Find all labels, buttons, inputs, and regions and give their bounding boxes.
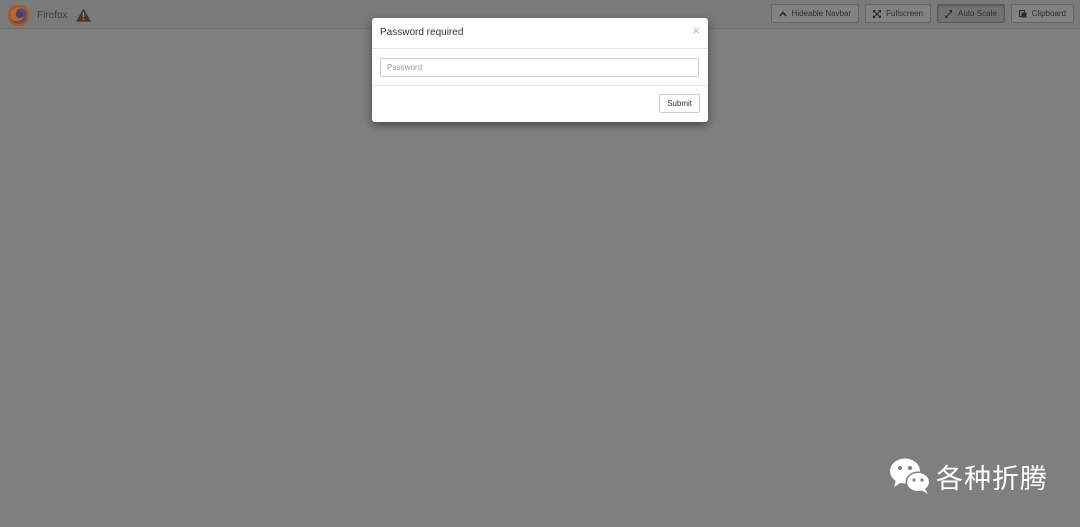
fullscreen-label: Fullscreen [886, 9, 924, 18]
fullscreen-button[interactable]: Fullscreen [865, 4, 932, 23]
brand: Firefox [8, 4, 91, 26]
hideable-navbar-button[interactable]: Hideable Navbar [770, 4, 860, 23]
dialog-body [372, 49, 708, 86]
navbar-buttons: Hideable Navbar Fullscreen Auto Scale Cl… [770, 4, 1074, 23]
close-icon[interactable]: × [692, 24, 700, 37]
dialog-title: Password required [380, 27, 464, 38]
auto-scale-button[interactable]: Auto Scale [937, 4, 1005, 23]
dialog-header: Password required × [372, 18, 708, 49]
watermark: 各种折腾 [888, 456, 1048, 496]
password-input[interactable] [380, 58, 699, 77]
app-title: Firefox [37, 9, 68, 21]
fullscreen-icon [873, 9, 882, 18]
dialog-footer: Submit [372, 86, 708, 122]
submit-button[interactable]: Submit [659, 94, 700, 113]
password-dialog: Password required × Submit [372, 18, 708, 122]
auto-scale-label: Auto Scale [958, 9, 997, 18]
resize-icon [945, 9, 953, 18]
warning-icon [75, 8, 91, 22]
clipboard-icon [1018, 9, 1027, 17]
chevron-up-icon [778, 10, 787, 17]
wechat-icon [890, 458, 931, 494]
clipboard-label: Clipboard [1031, 9, 1066, 18]
hideable-navbar-label: Hideable Navbar [791, 9, 852, 18]
watermark-text: 各种折腾 [936, 463, 1048, 495]
firefox-logo-icon [8, 4, 29, 26]
clipboard-button[interactable]: Clipboard [1010, 4, 1074, 23]
